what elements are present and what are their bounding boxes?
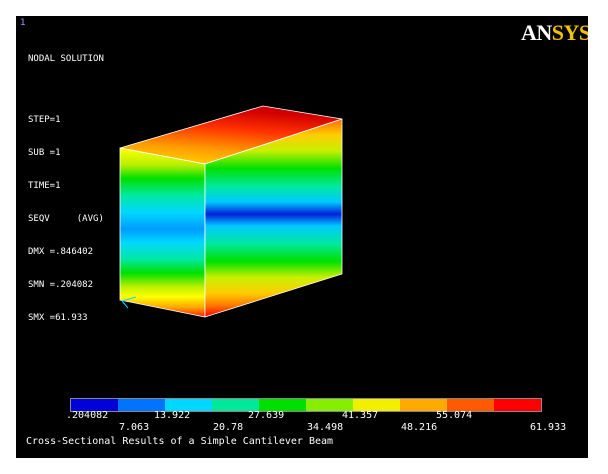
legend-label-bottom: 7.063 — [119, 422, 150, 433]
beam-front-face — [119, 147, 206, 318]
beam-contour-plot[interactable] — [16, 16, 588, 458]
legend-label-top: .204082 — [66, 410, 109, 421]
graphics-window[interactable]: 1 NODAL SOLUTION STEP=1 SUB =1 TIME=1 SE… — [16, 16, 588, 458]
triad-icon — [121, 300, 129, 309]
plot-caption: Cross-Sectional Results of a Simple Cant… — [26, 436, 334, 447]
legend-label-top: 55.074 — [436, 410, 473, 421]
legend-label-top: 13.922 — [154, 410, 191, 421]
legend-label-bottom: 48.216 — [401, 422, 438, 433]
legend-swatch — [494, 399, 541, 411]
legend-label-top: 27.639 — [248, 410, 285, 421]
legend-label-bottom: 20.78 — [213, 422, 244, 433]
legend-label-top: 41.357 — [342, 410, 379, 421]
legend-label-bottom: 61.933 — [530, 422, 567, 433]
legend-label-bottom: 34.498 — [307, 422, 344, 433]
